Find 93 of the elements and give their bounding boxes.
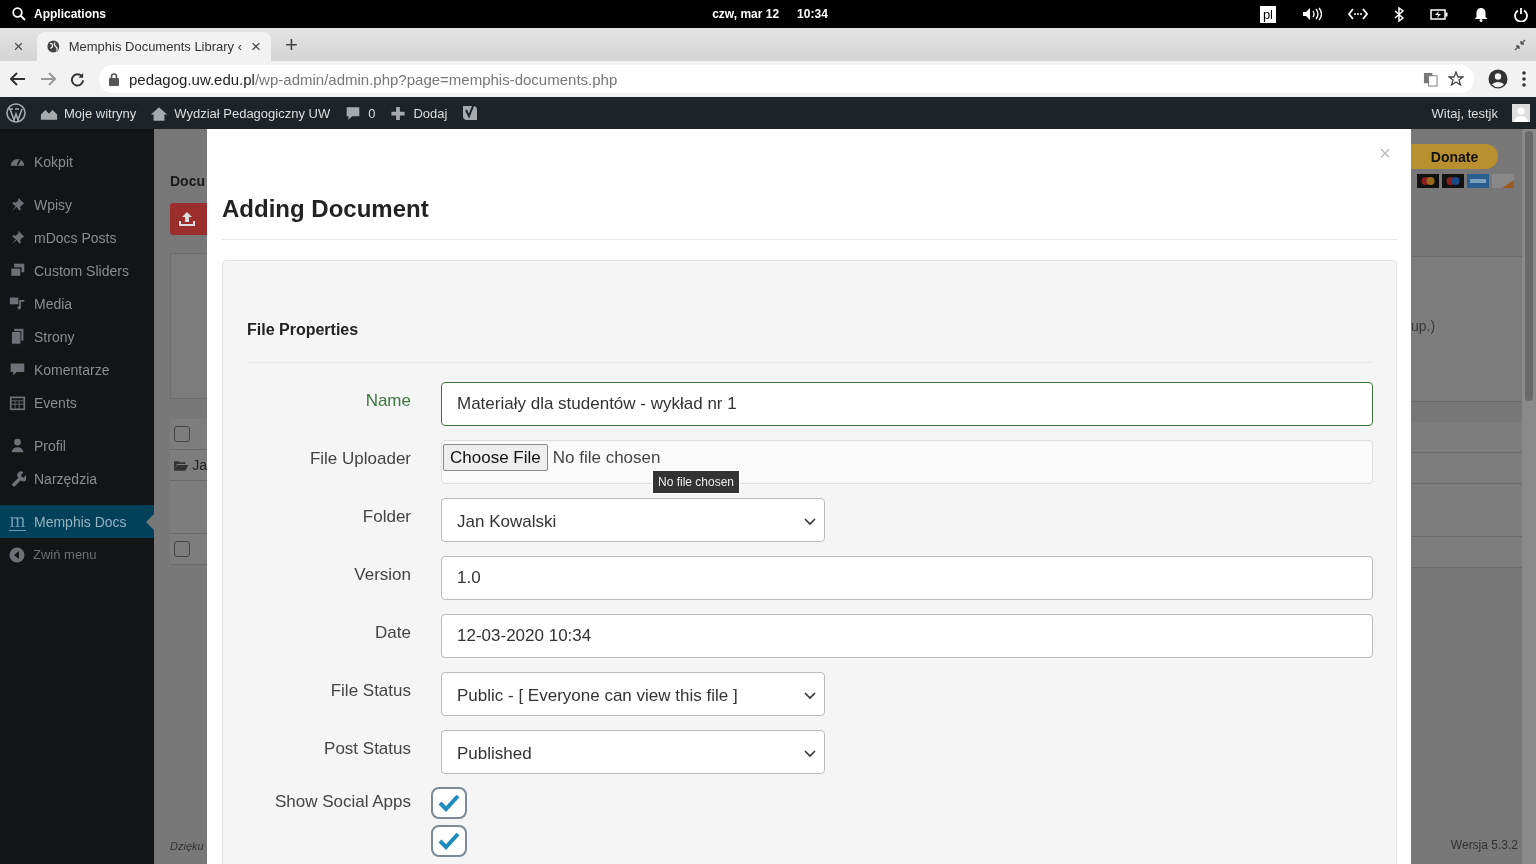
wrench-icon bbox=[9, 470, 26, 487]
checkmark-icon bbox=[437, 831, 461, 851]
reload-icon[interactable] bbox=[70, 71, 85, 87]
power-icon[interactable] bbox=[1514, 6, 1528, 22]
version-text: Wersja 5.3.2 bbox=[1450, 838, 1518, 852]
footer-text: Dzięku bbox=[170, 840, 204, 852]
sidebar-item[interactable]: Media bbox=[0, 287, 154, 320]
text-field[interactable]: 1.0 bbox=[441, 556, 1373, 600]
tooltip: No file chosen bbox=[652, 470, 741, 494]
admin-bar-link[interactable]: Moje witryny bbox=[64, 105, 137, 121]
plus-icon bbox=[389, 105, 408, 121]
network-icon[interactable] bbox=[1348, 8, 1368, 20]
bell-icon[interactable] bbox=[1474, 6, 1488, 22]
sidebar-item[interactable]: Events bbox=[0, 386, 154, 419]
field-label: Post Status bbox=[323, 739, 411, 759]
menu-icon[interactable] bbox=[1522, 71, 1526, 87]
field-label: Date bbox=[374, 623, 411, 643]
stacked-windows-icon bbox=[9, 262, 26, 279]
back-arrow-icon[interactable] bbox=[10, 72, 26, 86]
upload-icon bbox=[178, 211, 196, 227]
choose-file-button[interactable]: Choose File bbox=[443, 444, 548, 471]
forward-arrow-icon[interactable] bbox=[40, 72, 56, 86]
pushpin-icon bbox=[9, 229, 26, 246]
chevron-down-icon bbox=[804, 692, 816, 700]
section-heading: File Properties bbox=[247, 321, 1373, 363]
sidebar-item[interactable]: Narzędzia bbox=[0, 462, 154, 495]
home-icon bbox=[150, 105, 169, 121]
field-label: Version bbox=[353, 565, 411, 585]
browser-tab[interactable]: Memphis Documents Library ‹ × bbox=[37, 32, 271, 61]
bluetooth-icon[interactable] bbox=[1394, 6, 1404, 22]
person-icon bbox=[9, 437, 26, 454]
admin-bar-link[interactable]: 0 bbox=[368, 105, 376, 121]
pages-icon bbox=[9, 328, 26, 345]
checkmark-icon bbox=[437, 793, 461, 813]
admin-bar-link[interactable]: Dodaj bbox=[413, 105, 448, 121]
restore-window-icon[interactable] bbox=[1514, 39, 1526, 51]
speech-bubble-icon bbox=[9, 361, 26, 378]
chevron-down-icon bbox=[804, 750, 816, 758]
yoast-icon[interactable] bbox=[461, 104, 480, 122]
address-bar[interactable]: pedagog.uw.edu.pl/wp-admin/admin.php?page=memphis-documents.php bbox=[99, 65, 1474, 93]
star-icon[interactable] bbox=[1448, 71, 1464, 87]
checkbox-label: Show Social Apps bbox=[274, 792, 411, 811]
account-icon[interactable] bbox=[1488, 69, 1508, 89]
date-label[interactable]: czw, mar 12 bbox=[712, 7, 780, 21]
pushpin-icon bbox=[9, 196, 26, 213]
greeting-link[interactable]: Witaj, testjk bbox=[1431, 105, 1498, 121]
checkbox[interactable] bbox=[174, 426, 190, 442]
sidebar-item[interactable]: m Memphis Docs bbox=[0, 505, 154, 538]
upload-button[interactable] bbox=[170, 203, 210, 235]
media-icon bbox=[9, 295, 26, 312]
dropdown[interactable]: Published bbox=[441, 730, 825, 774]
tab-close-button[interactable]: × bbox=[251, 36, 261, 57]
file-status-text: No file chosen bbox=[552, 448, 661, 468]
checkbox[interactable] bbox=[431, 787, 467, 819]
battery-icon[interactable] bbox=[1430, 8, 1448, 20]
field-label: File Uploader bbox=[308, 449, 411, 469]
lock-icon bbox=[109, 72, 119, 86]
field-label: Name bbox=[364, 391, 411, 411]
calendar-icon bbox=[9, 394, 26, 411]
folder-name: Ja bbox=[192, 457, 207, 473]
globe-icon bbox=[47, 39, 60, 54]
text-field[interactable]: 12-03-2020 10:34 bbox=[441, 614, 1373, 658]
translate-icon[interactable] bbox=[1423, 71, 1438, 87]
field-label: Folder bbox=[361, 507, 411, 527]
admin-bar-link[interactable]: Wydział Pedagogiczny UW bbox=[174, 105, 331, 121]
text-field[interactable]: Materiały dla studentów - wykład nr 1 bbox=[441, 382, 1373, 426]
dropdown[interactable]: Public - [ Everyone can view this file ] bbox=[441, 672, 825, 716]
sidebar-item[interactable]: Komentarze bbox=[0, 353, 154, 386]
folder-icon bbox=[174, 459, 189, 471]
sidebar-item[interactable]: mDocs Posts bbox=[0, 221, 154, 254]
scrollbar[interactable] bbox=[1522, 129, 1536, 864]
page-heading: Docu bbox=[170, 173, 205, 189]
search-icon[interactable] bbox=[12, 7, 26, 21]
new-tab-button[interactable]: + bbox=[281, 32, 302, 58]
sidebar-item[interactable]: Strony bbox=[0, 320, 154, 353]
description-text: up.) bbox=[1411, 318, 1436, 334]
wordpress-logo-icon[interactable] bbox=[6, 103, 26, 123]
sidebar-item[interactable]: Wpisy bbox=[0, 188, 154, 221]
tab-title: Memphis Documents Library ‹ bbox=[68, 39, 243, 54]
sidebar-item[interactable]: Profil bbox=[0, 429, 154, 462]
applications-menu[interactable]: Applications bbox=[34, 7, 106, 21]
checkbox[interactable] bbox=[174, 541, 190, 557]
sidebar-item[interactable]: Custom Sliders bbox=[0, 254, 154, 287]
chevron-down-icon bbox=[804, 518, 816, 526]
dropdown[interactable]: Jan Kowalski bbox=[441, 498, 825, 542]
checkbox[interactable] bbox=[431, 825, 467, 857]
sidebar-item[interactable]: Kokpit bbox=[0, 145, 154, 178]
donate-button[interactable]: Donate bbox=[1411, 144, 1498, 169]
keyboard-layout-indicator[interactable]: pl bbox=[1259, 5, 1276, 23]
clock-label[interactable]: 10:34 bbox=[797, 7, 828, 21]
field-label: File Status bbox=[329, 681, 411, 701]
collapse-menu-link[interactable]: Zwiń menu bbox=[33, 547, 97, 562]
volume-icon[interactable] bbox=[1302, 7, 1322, 21]
